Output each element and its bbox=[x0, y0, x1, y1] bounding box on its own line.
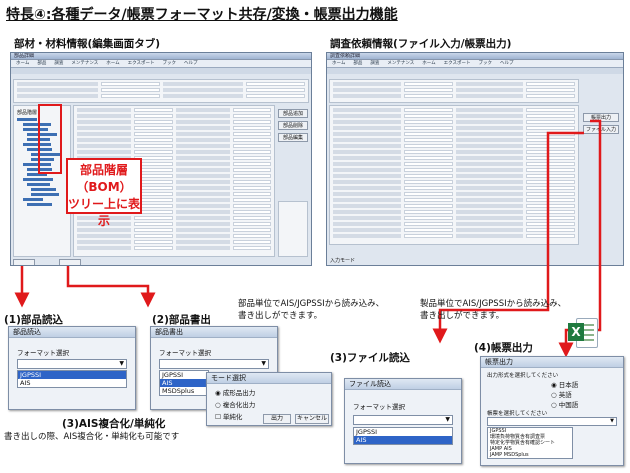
radio-label: 日本語 bbox=[558, 381, 579, 389]
mode-select-dialog: モード選択 ◉ 成形品出力 ○ 複合化出力 ☐ 単純化 出力 キャンセル bbox=[206, 372, 332, 426]
step4-heading: (4)帳票出力 bbox=[474, 342, 533, 354]
form-select[interactable]: ▼ bbox=[487, 417, 617, 426]
radio-lang-ja[interactable]: ◉ 日本語 bbox=[551, 379, 578, 389]
language-label: 出力形式を選択してください bbox=[487, 373, 559, 379]
radio-lang-zh[interactable]: ○ 中国語 bbox=[551, 399, 578, 409]
parts-read-dialog: 部品読込 フォーマット選択 ▼ JGPSSI AIS bbox=[8, 326, 136, 410]
simplify-checkbox[interactable]: ☐ 単純化 bbox=[215, 411, 242, 421]
format-label: フォーマット選択 bbox=[17, 349, 69, 357]
format-options: JGPSSI AIS bbox=[353, 427, 453, 445]
chevron-down-icon: ▼ bbox=[261, 360, 266, 367]
arrow-report bbox=[558, 119, 602, 358]
checkbox-label: 単純化 bbox=[222, 413, 243, 421]
dialog-title: 部品書出 bbox=[151, 327, 277, 338]
format-option[interactable]: AIS bbox=[18, 379, 126, 387]
format-select[interactable]: ▼ bbox=[353, 415, 453, 425]
radio-label: 成形品出力 bbox=[222, 389, 256, 397]
output-button[interactable]: 出力 bbox=[263, 414, 291, 424]
chevron-down-icon: ▼ bbox=[610, 418, 614, 424]
format-option[interactable]: AIS bbox=[160, 379, 208, 387]
step3-heading: (3)ファイル読込 bbox=[330, 352, 410, 364]
note-complex: 書き出しの際、AIS複合化・単純化も可能です bbox=[4, 432, 180, 442]
dialog-title: ファイル読込 bbox=[345, 379, 461, 390]
dialog-title: 部品読込 bbox=[9, 327, 135, 338]
format-option[interactable]: JGPSSI bbox=[18, 371, 126, 379]
radio-label: 中国語 bbox=[558, 401, 579, 409]
report-output-dialog: 帳票出力 出力形式を選択してください ◉ 日本語 ○ 英語 ○ 中国語 帳票を選… bbox=[480, 356, 624, 466]
format-option[interactable]: AIS bbox=[354, 436, 452, 444]
step2-heading: (2)部品書出 bbox=[152, 314, 211, 326]
format-option[interactable]: MSDSplus bbox=[160, 387, 208, 395]
format-label: フォーマット選択 bbox=[353, 403, 405, 411]
form-label: 帳票を選択してください bbox=[487, 411, 548, 417]
format-option[interactable]: JGPSSI bbox=[354, 428, 452, 436]
arrow-write bbox=[66, 266, 156, 308]
chevron-down-icon: ▼ bbox=[445, 416, 450, 423]
radio-lang-en[interactable]: ○ 英語 bbox=[551, 389, 572, 399]
excel-badge: X bbox=[568, 323, 584, 341]
format-select[interactable]: ▼ bbox=[159, 359, 269, 369]
excel-icon: X bbox=[568, 318, 598, 348]
form-option[interactable]: JAMP MSDSplus bbox=[488, 452, 572, 458]
note-parts: 部品単位でAIS/JGPSSIから読み込み、書き出しができます。 bbox=[238, 299, 385, 321]
file-read-dialog: ファイル読込 フォーマット選択 ▼ JGPSSI AIS bbox=[344, 378, 462, 464]
format-options: JGPSSI AIS bbox=[17, 370, 127, 388]
cancel-button[interactable]: キャンセル bbox=[295, 414, 329, 424]
format-label: フォーマット選択 bbox=[159, 349, 211, 357]
radio-label: 複合化出力 bbox=[222, 401, 256, 409]
step5-heading: (3)AIS複合化/単純化 bbox=[62, 418, 166, 430]
step1-heading: (1)部品読込 bbox=[4, 314, 63, 326]
radio-output-molded[interactable]: ◉ 成形品出力 bbox=[215, 387, 255, 397]
format-options: JGPSSI AIS MSDSplus bbox=[159, 370, 209, 396]
format-option[interactable]: JGPSSI bbox=[160, 371, 208, 379]
dialog-title: 帳票出力 bbox=[481, 357, 623, 368]
radio-output-complex[interactable]: ○ 複合化出力 bbox=[215, 399, 255, 409]
dialog-title: モード選択 bbox=[207, 373, 331, 384]
radio-label: 英語 bbox=[558, 391, 572, 399]
format-select[interactable]: ▼ bbox=[17, 359, 127, 369]
form-options: JGPSSI 環境負荷物質含有調査票 特定化学物質含有確認シート JAMP AI… bbox=[487, 427, 573, 459]
chevron-down-icon: ▼ bbox=[119, 360, 124, 367]
note-survey: 製品単位でAIS/JGPSSIから読み込み、書き出しができます。 bbox=[420, 299, 567, 321]
